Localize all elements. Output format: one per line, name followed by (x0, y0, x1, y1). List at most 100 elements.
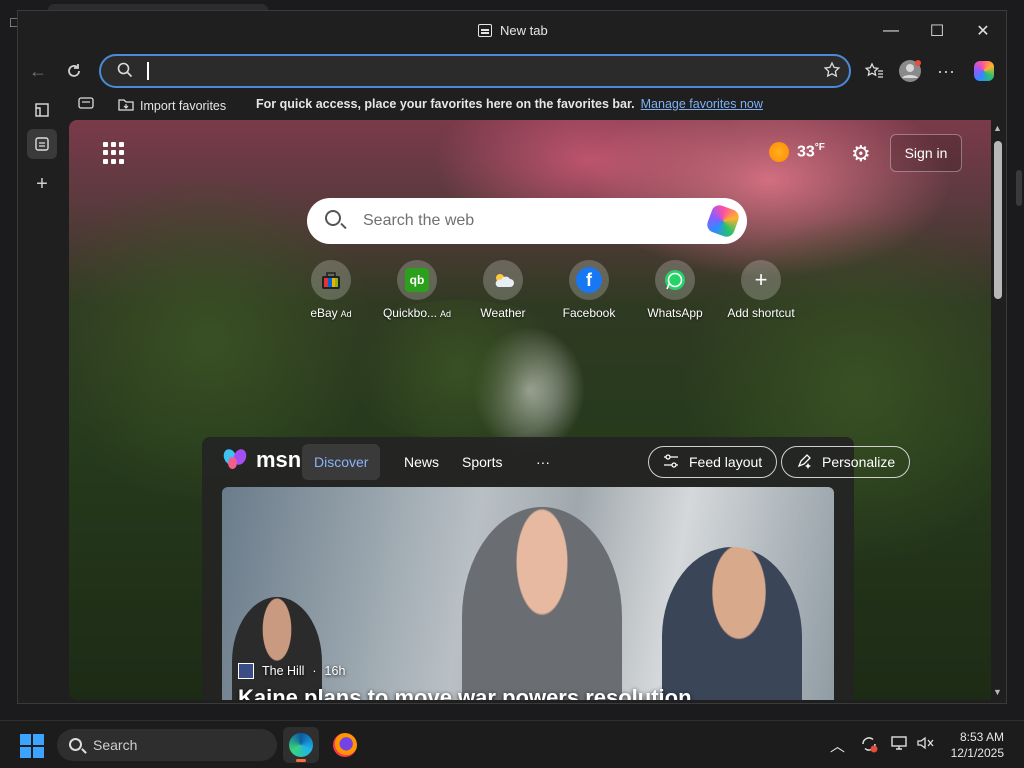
favorites-bar-icon (78, 97, 94, 109)
shortcut-label: WhatsApp (647, 306, 703, 320)
address-input[interactable] (151, 60, 791, 82)
text-caret (147, 62, 149, 80)
more-options-icon[interactable]: ··· (932, 57, 960, 85)
news-photo-subject (462, 507, 622, 700)
news-photo-person-right (662, 547, 802, 700)
feed-layout-button[interactable]: Feed layout (648, 446, 778, 478)
clock-date: 12/1/2025 (950, 746, 1004, 760)
quickbooks-icon: qb (397, 260, 437, 300)
favorite-star-icon[interactable] (823, 61, 841, 84)
feed-layout-label: Feed layout (689, 454, 763, 470)
import-favorites-button[interactable]: Import favorites (118, 97, 226, 114)
minimize-button[interactable]: — (876, 19, 906, 43)
favorites-icon[interactable] (860, 57, 888, 85)
system-clock[interactable]: 8:53 AM 12/1/2025 (951, 729, 1004, 761)
quick-links: eBay Ad qb Quickbo... Ad Weather f Faceboo… (289, 260, 795, 330)
shortcut-label: Add shortcut (727, 306, 795, 320)
news-card[interactable]: The Hill · 16h Kaine plans to move war p… (222, 487, 834, 700)
taskbar: Search ︿ 8:53 AM 12/1/2025 (0, 720, 1024, 768)
volume-muted-icon[interactable] (916, 735, 934, 755)
address-bar[interactable] (99, 54, 851, 88)
sync-alert-icon[interactable] (860, 735, 878, 757)
tab-actions-icon[interactable] (27, 95, 57, 125)
news-headline[interactable]: Kaine plans to move war powers resolutio… (238, 685, 692, 700)
tab-more[interactable]: ··· (524, 444, 562, 480)
scrollbar-thumb[interactable] (994, 141, 1002, 299)
favorites-hint-text: For quick access, place your favorites h… (256, 97, 635, 111)
network-icon[interactable] (890, 735, 908, 755)
msn-brand-text: msn (256, 447, 302, 472)
title-bar[interactable]: New tab — ☐ ✕ (18, 11, 1006, 51)
msn-logo[interactable]: msn (221, 447, 302, 473)
favorites-hint: For quick access, place your favorites h… (256, 97, 763, 111)
shortcut-facebook[interactable]: f Facebook (547, 260, 631, 320)
shortcut-label: Weather (480, 306, 526, 320)
shortcut-label: Quickbo... (382, 306, 437, 320)
window-title-text: New tab (500, 23, 548, 38)
weather-temperature: 33 (797, 143, 815, 161)
vertical-tabs-sidebar: + (18, 93, 66, 703)
sun-icon (769, 142, 789, 162)
favorites-bar: Import favorites For quick access, place… (68, 93, 1006, 117)
refresh-icon[interactable] (60, 57, 88, 85)
web-search-input[interactable] (361, 210, 681, 232)
shortcut-add[interactable]: + Add shortcut (719, 260, 803, 320)
page-scrollbar[interactable]: ▲ ▼ (990, 121, 1006, 699)
facebook-icon: f (569, 260, 609, 300)
scroll-down-arrow-icon[interactable]: ▼ (993, 687, 1002, 697)
tab-sports[interactable]: Sports (450, 444, 514, 480)
profile-avatar-icon[interactable] (896, 57, 924, 85)
msn-feed-panel: msn Discover News Sports ··· Feed layout… (202, 437, 911, 700)
weather-icon (483, 260, 523, 300)
search-icon (117, 62, 133, 83)
manage-favorites-link[interactable]: Manage favorites now (641, 97, 763, 111)
taskbar-firefox[interactable] (327, 727, 363, 763)
show-hidden-icons-chevron-icon[interactable]: ︿ (830, 735, 845, 756)
personalize-label: Personalize (822, 454, 896, 470)
web-search-box[interactable] (307, 198, 747, 244)
edge-icon (289, 733, 313, 757)
active-indicator (296, 759, 306, 762)
shortcut-whatsapp[interactable]: WhatsApp (633, 260, 717, 320)
sparkle-edit-icon (796, 453, 812, 472)
weather-unit: °F (814, 142, 825, 154)
scroll-up-arrow-icon[interactable]: ▲ (993, 123, 1002, 133)
taskbar-edge[interactable] (283, 727, 319, 763)
tab-discover[interactable]: Discover (302, 444, 381, 480)
new-tab-plus-icon[interactable]: + (27, 169, 57, 199)
newtab-icon (478, 24, 492, 37)
shortcut-label: Facebook (562, 306, 616, 320)
back-arrow-icon[interactable]: ← (24, 57, 52, 85)
windows-start-icon[interactable] (20, 734, 44, 758)
settings-gear-icon[interactable]: ⚙ (851, 141, 871, 167)
firefox-icon (333, 733, 357, 757)
close-button[interactable]: ✕ (968, 19, 998, 43)
copilot-icon[interactable] (970, 57, 998, 85)
ebay-icon (311, 260, 351, 300)
search-icon (69, 738, 82, 751)
weather-widget[interactable]: 33°F (769, 142, 825, 162)
ad-badge: Ad (340, 309, 352, 319)
apps-grid-icon[interactable] (103, 142, 125, 164)
sign-in-button[interactable]: Sign in (890, 134, 962, 172)
news-age: 16h (324, 664, 346, 678)
tab-news[interactable]: News (392, 444, 451, 480)
shortcut-label: eBay (310, 306, 338, 320)
clock-time: 8:53 AM (959, 730, 1004, 744)
whatsapp-icon (655, 260, 695, 300)
copilot-icon[interactable] (705, 203, 741, 239)
personalize-button[interactable]: Personalize (781, 446, 911, 478)
sidebar-tab-newtab[interactable] (27, 129, 57, 159)
shortcut-quickbooks[interactable]: qb Quickbo... Ad (375, 260, 459, 320)
news-source: The Hill · 16h (238, 663, 345, 679)
browser-window: New tab — ☐ ✕ ← ··· + Import favorites F… (17, 10, 1007, 704)
shortcut-ebay[interactable]: eBay Ad (289, 260, 373, 320)
taskbar-search[interactable]: Search (57, 729, 277, 761)
import-favorites-label: Import favorites (140, 98, 227, 113)
sliders-icon (663, 453, 679, 471)
plus-icon: + (741, 260, 781, 300)
maximize-button[interactable]: ☐ (922, 19, 952, 43)
news-source-name: The Hill (262, 664, 305, 678)
new-tab-page: 33°F ⚙ Sign in eBayAd qb Quickbo...Ad (69, 120, 991, 700)
shortcut-weather[interactable]: Weather (461, 260, 545, 320)
